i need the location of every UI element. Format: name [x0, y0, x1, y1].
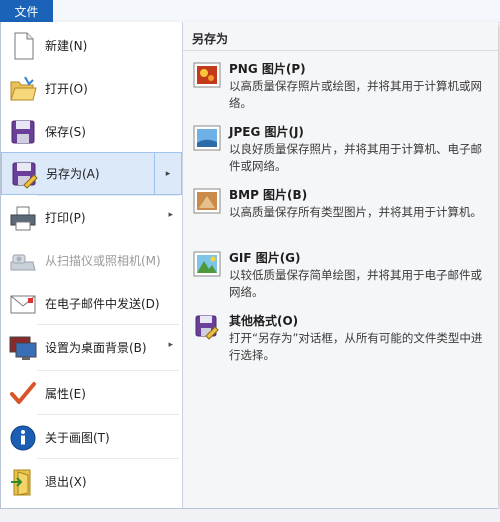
- format-title: GIF 图片(G): [229, 251, 301, 265]
- menu-separator: [37, 370, 179, 371]
- open-folder-icon: [9, 74, 37, 104]
- save-as-icon: [10, 159, 38, 189]
- png-image-icon: [193, 62, 221, 88]
- menu-item-about-paint[interactable]: 关于画图(T): [1, 416, 181, 459]
- format-title: PNG 图片(P): [229, 62, 306, 76]
- format-description: 以高质量保存所有类型图片，并将其用于计算机。: [229, 205, 482, 219]
- save-disk-icon: [9, 117, 37, 147]
- properties-check-icon: [9, 379, 37, 409]
- menu-item-save[interactable]: 保存(S): [1, 110, 181, 153]
- file-tab[interactable]: 文件: [0, 0, 53, 22]
- email-icon: [9, 289, 37, 319]
- menu-separator: [37, 414, 179, 415]
- menu-item-exit[interactable]: 退出(X): [1, 460, 181, 503]
- format-option-png[interactable]: PNG 图片(P) 以高质量保存照片或绘图，并将其用于计算机或网络。: [183, 58, 498, 118]
- menu-separator: [37, 195, 179, 196]
- printer-icon: [9, 203, 37, 233]
- format-title: 其他格式(O): [229, 314, 299, 328]
- format-description: 以高质量保存照片或绘图，并将其用于计算机或网络。: [229, 79, 482, 110]
- save-as-submenu: 另存为 PNG 图片(P) 以高质量保存照片或绘图，并将其用于计算机或网络。 J…: [182, 22, 498, 508]
- menu-item-set-desktop-background[interactable]: 设置为桌面背景(B) ▸: [1, 326, 181, 369]
- menu-item-new[interactable]: 新建(N): [1, 24, 181, 67]
- menu-item-label: 设置为桌面背景(B): [45, 341, 147, 355]
- menu-item-label: 另存为(A): [46, 167, 100, 181]
- format-title: BMP 图片(B): [229, 188, 308, 202]
- jpeg-image-icon: [193, 125, 221, 151]
- desktop-background-icon: [9, 333, 37, 363]
- menu-bar: [0, 0, 500, 23]
- format-title: JPEG 图片(J): [229, 125, 304, 139]
- menu-item-label: 属性(E): [45, 387, 86, 401]
- menu-item-label: 打开(O): [45, 82, 88, 96]
- other-formats-icon: [193, 314, 221, 340]
- submenu-arrow-icon[interactable]: ▸: [154, 153, 181, 194]
- menu-item-label: 保存(S): [45, 125, 86, 139]
- menu-item-label: 从扫描仪或照相机(M): [45, 254, 161, 268]
- submenu-arrow-icon: ▸: [168, 210, 173, 220]
- bmp-image-icon: [193, 188, 221, 214]
- scanner-icon: [9, 246, 37, 276]
- menu-item-print[interactable]: 打印(P) ▸: [1, 196, 181, 239]
- file-menu-commands: 新建(N) 打开(O) 保存(S) 另存为(A) ▸ 打印(P) ▸ 从扫描仪或…: [1, 22, 182, 508]
- file-menu: 新建(N) 打开(O) 保存(S) 另存为(A) ▸ 打印(P) ▸ 从扫描仪或…: [0, 22, 498, 509]
- menu-item-label: 在电子邮件中发送(D): [45, 297, 160, 311]
- menu-item-open[interactable]: 打开(O): [1, 67, 181, 110]
- submenu-arrow-icon: ▸: [168, 340, 173, 350]
- format-description: 以较低质量保存简单绘图，并将其用于电子邮件或网络。: [229, 268, 482, 299]
- menu-item-label: 打印(P): [45, 211, 86, 225]
- submenu-title: 另存为: [192, 32, 229, 46]
- menu-item-label: 关于画图(T): [45, 431, 110, 445]
- menu-separator: [37, 324, 179, 325]
- format-description: 以良好质量保存照片，并将其用于计算机、电子邮件或网络。: [229, 142, 482, 173]
- format-option-other[interactable]: 其他格式(O) 打开“另存为”对话框，从所有可能的文件类型中进行选择。: [183, 310, 498, 370]
- menu-item-send-email[interactable]: 在电子邮件中发送(D): [1, 282, 181, 325]
- exit-icon: [9, 467, 37, 497]
- menu-item-from-scanner: 从扫描仪或照相机(M): [1, 239, 181, 282]
- menu-item-label: 新建(N): [45, 39, 88, 53]
- menu-item-label: 退出(X): [45, 475, 87, 489]
- info-icon: [9, 423, 37, 453]
- menu-separator: [37, 458, 179, 459]
- new-document-icon: [9, 31, 37, 61]
- format-option-bmp[interactable]: BMP 图片(B) 以高质量保存所有类型图片，并将其用于计算机。: [183, 184, 498, 244]
- format-option-jpeg[interactable]: JPEG 图片(J) 以良好质量保存照片，并将其用于计算机、电子邮件或网络。: [183, 121, 498, 181]
- format-option-gif[interactable]: GIF 图片(G) 以较低质量保存简单绘图，并将其用于电子邮件或网络。: [183, 247, 498, 307]
- status-strip: [0, 509, 500, 522]
- format-description: 打开“另存为”对话框，从所有可能的文件类型中进行选择。: [229, 331, 483, 362]
- submenu-divider: [183, 50, 498, 51]
- gif-image-icon: [193, 251, 221, 277]
- menu-item-properties[interactable]: 属性(E): [1, 372, 181, 415]
- menu-item-save-as[interactable]: 另存为(A) ▸: [1, 152, 182, 195]
